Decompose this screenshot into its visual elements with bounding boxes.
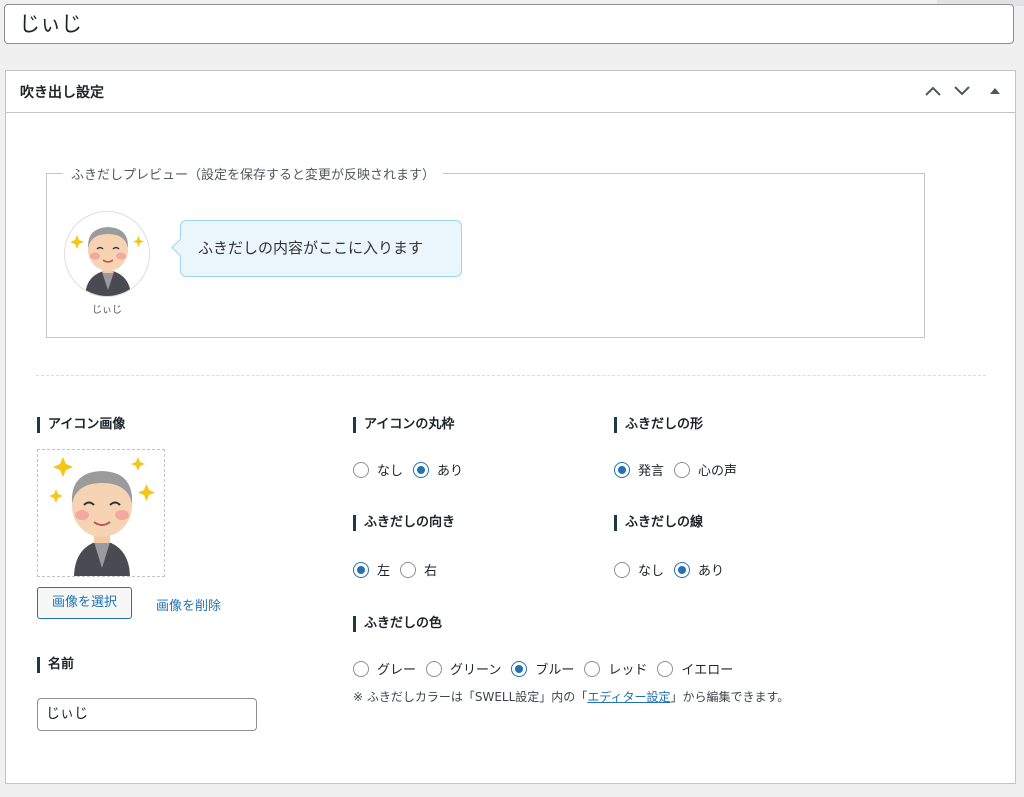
grandpa-illustration-icon [49,457,155,576]
radio-button[interactable] [674,461,691,478]
delete-image-link[interactable]: 画像を削除 [156,595,221,614]
balloon-settings-metabox: 吹き出し設定 ふきだしプレビュー（設定を保存すると変更が反映されます） じぃじ … [5,70,1016,784]
bubble-tail [171,238,190,257]
bubble-color-options: グレー グリーン ブルー レッド イエロー [353,659,743,678]
bubble-direction-left-option[interactable]: 左 [353,560,390,579]
right-strip [1017,70,1024,797]
bubble-shape-speech-option[interactable]: 発言 [614,460,664,479]
icon-image-label: アイコン画像 [37,417,125,433]
bubble-direction-right-option[interactable]: 右 [400,560,437,579]
post-title-input[interactable]: じぃじ [4,4,1014,44]
move-up-icon[interactable] [922,80,944,102]
metabox-title: 吹き出し設定 [20,85,104,101]
bubble-text: ふきだしの内容がここに入ります [198,239,424,257]
speech-bubble: ふきだしの内容がここに入ります [171,220,462,277]
radio-button-checked[interactable] [353,561,369,578]
balloon-preview: ふきだしプレビュー（設定を保存すると変更が反映されます） じぃじ ふきだしの内容… [46,164,925,338]
radio-button[interactable] [353,660,369,677]
bubble-line-yes-option[interactable]: あり [674,560,724,579]
grandpa-illustration-icon [70,227,144,296]
bubble-shape-think-option[interactable]: 心の声 [674,460,737,479]
bubble-direction-label: ふきだしの向き [353,515,455,531]
bubble-color-green-option[interactable]: グリーン [426,659,501,678]
avatar-name: じぃじ [92,305,122,316]
radio-button[interactable] [353,461,369,478]
bubble-direction-options: 左 右 [353,560,447,579]
icon-image-preview [37,449,165,577]
metabox-header: 吹き出し設定 [6,71,1015,113]
move-down-icon[interactable] [951,80,973,102]
bubble-shape-label: ふきだしの形 [614,417,703,433]
select-image-button[interactable]: 画像を選択 [37,587,132,619]
avatar [64,211,150,297]
editor-settings-link[interactable]: エディター設定 [587,690,670,704]
radio-button-checked[interactable] [614,461,630,478]
bubble-line-options: なし あり [614,560,734,579]
icon-border-label: アイコンの丸枠 [353,417,454,433]
radio-button[interactable] [400,561,417,578]
bubble-color-yellow-option[interactable]: イエロー [657,659,733,678]
radio-button-checked[interactable] [511,660,528,677]
toggle-panel-icon[interactable] [984,80,1006,102]
icon-border-none-option[interactable]: なし [353,460,403,479]
bubble-color-gray-option[interactable]: グレー [353,659,416,678]
bubble-line-label: ふきだしの線 [614,515,703,531]
bubble-color-note: ※ ふきだしカラーは「SWELL設定」内の「エディター設定」から編集できます。 [353,690,790,704]
radio-button[interactable] [426,660,443,677]
icon-border-options: なし あり [353,460,473,479]
bubble-color-label: ふきだしの色 [353,616,442,632]
preview-legend: ふきだしプレビュー（設定を保存すると変更が反映されます） [63,164,444,183]
radio-button[interactable] [657,660,674,677]
name-label: 名前 [37,657,74,673]
bubble-color-blue-option[interactable]: ブルー [511,659,574,678]
bubble-shape-options: 発言 心の声 [614,460,747,479]
bubble-color-red-option[interactable]: レッド [584,659,647,678]
radio-button[interactable] [584,660,601,677]
icon-border-yes-option[interactable]: あり [413,460,463,479]
radio-button[interactable] [614,561,630,578]
bubble-line-none-option[interactable]: なし [614,560,664,579]
name-input[interactable]: じぃじ [37,698,257,731]
radio-button-checked[interactable] [413,461,430,478]
section-divider [36,375,986,376]
radio-button-checked[interactable] [674,561,691,578]
